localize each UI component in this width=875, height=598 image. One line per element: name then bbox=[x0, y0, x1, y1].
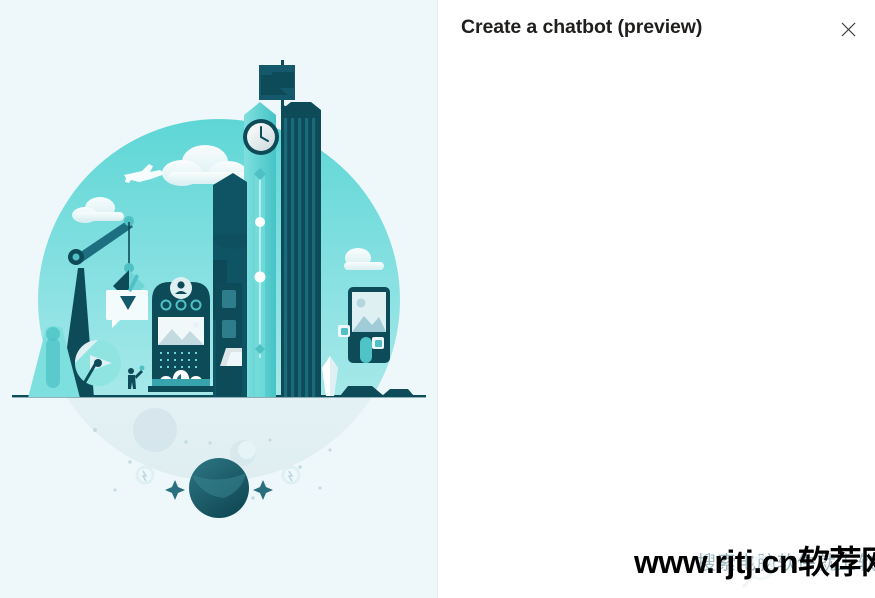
city-scene-illustration bbox=[0, 0, 438, 598]
dialog-header: Create a chatbot (preview) bbox=[461, 12, 865, 46]
form-panel: Create a chatbot (preview) Name your bot… bbox=[438, 0, 875, 598]
close-button[interactable] bbox=[833, 14, 863, 44]
page-title: Create a chatbot (preview) bbox=[461, 16, 703, 38]
create-chatbot-dialog: Create a chatbot (preview) Name your bot… bbox=[0, 0, 875, 598]
illustration-panel bbox=[0, 0, 438, 598]
close-icon bbox=[841, 22, 855, 36]
